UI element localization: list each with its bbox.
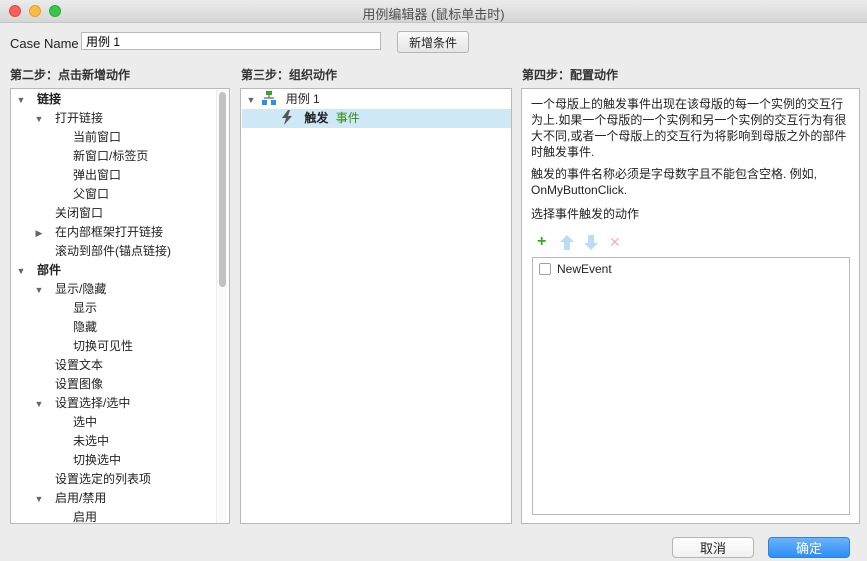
collapse-triangle-icon[interactable]: ▼ xyxy=(33,395,45,414)
case-name-label: Case Name xyxy=(10,36,79,51)
action-tree-item[interactable]: 新窗口/标签页 xyxy=(51,147,148,166)
action-tree-item-label: 打开链接 xyxy=(55,111,104,125)
action-tree-item-label: 关闭窗口 xyxy=(55,206,104,220)
add-event-icon[interactable]: + xyxy=(537,234,546,250)
action-tree-item[interactable]: ▶ 在内部框架打开链接 xyxy=(33,223,163,242)
organize-actions-panel: ▼ 用例 1 触发 事件 xyxy=(240,88,512,524)
action-tree-item-label: 设置文本 xyxy=(55,358,104,372)
collapse-triangle-icon[interactable]: ▼ xyxy=(15,91,27,110)
step2-title: 第二步：点击新增动作 xyxy=(10,68,131,82)
case-name-input[interactable] xyxy=(81,32,381,50)
action-tree-item[interactable]: ▼ 链接 xyxy=(15,90,61,109)
title-bar: 用例编辑器 (鼠标单击时) xyxy=(0,0,867,23)
action-tree-item-label: 新窗口/标签页 xyxy=(73,149,149,163)
action-tree-item-label: 未选中 xyxy=(73,434,110,448)
step3-title: 第三步：组织动作 xyxy=(241,68,338,82)
action-tree-item[interactable]: 滚动到部件(锚点链接) xyxy=(33,242,171,261)
scrollbar-thumb[interactable] xyxy=(219,92,226,287)
cancel-button[interactable]: 取消 xyxy=(672,537,754,558)
case-tree-node[interactable]: ▼ 用例 1 xyxy=(245,90,320,109)
collapse-triangle-icon[interactable]: ▼ xyxy=(33,490,45,509)
action-tree-item[interactable]: 设置文本 xyxy=(33,356,103,375)
collapse-triangle-icon[interactable]: ▼ xyxy=(33,281,45,300)
expand-triangle-icon[interactable]: ▶ xyxy=(33,224,45,243)
add-condition-button[interactable]: 新增条件 xyxy=(397,31,469,53)
action-tree-item-label: 当前窗口 xyxy=(73,130,122,144)
action-tree-item-label: 切换可见性 xyxy=(73,339,134,353)
trigger-event-action[interactable]: 触发 事件 xyxy=(281,109,360,128)
action-tree-item-label: 显示/隐藏 xyxy=(55,282,107,296)
window-title: 用例编辑器 (鼠标单击时) xyxy=(362,7,505,22)
action-tree-item[interactable]: 选中 xyxy=(51,413,97,432)
list-item[interactable]: NewEvent xyxy=(533,258,849,280)
action-tree-item-label: 在内部框架打开链接 xyxy=(55,225,164,239)
event-name-note: 触发的事件名称必须是字母数字且不能包含空格. 例如, OnMyButtonCli… xyxy=(531,167,818,197)
action-tree-item[interactable]: ▼ 启用/禁用 xyxy=(33,489,107,509)
action-tree-item[interactable]: 显示 xyxy=(51,299,97,318)
choose-action-label: 选择事件触发的动作 xyxy=(531,207,640,221)
actions-tree-panel: ▼ 链接 ▼ 打开链接当前窗口新窗口/标签页 弹出窗口父窗口关闭窗口 ▶ 在内部框架打开链接… xyxy=(10,88,230,524)
action-tree-item[interactable]: ▼ 部件 xyxy=(15,261,61,280)
ok-button[interactable]: 确定 xyxy=(768,537,850,558)
action-target: 事件 xyxy=(335,111,360,125)
action-tree-item-label: 链接 xyxy=(37,92,62,106)
action-tree-item-label: 滚动到部件(锚点链接) xyxy=(55,244,171,258)
lightning-icon xyxy=(282,110,292,125)
action-tree-item[interactable]: 启用 xyxy=(51,508,98,524)
action-tree-item[interactable]: ▼ 设置选择/选中 xyxy=(33,394,131,414)
action-tree-item[interactable]: 未选中 xyxy=(51,432,109,451)
expand-toggle-icon[interactable]: ▼ xyxy=(245,91,257,110)
action-tree-item-label: 切换选中 xyxy=(73,453,122,467)
case-node-label: 用例 1 xyxy=(285,92,320,106)
action-tree-item[interactable]: 设置图像 xyxy=(33,375,103,394)
action-tree-item[interactable]: 切换选中 xyxy=(51,451,121,470)
action-tree-item-label: 启用/禁用 xyxy=(55,491,107,505)
actions-tree-scrollbar[interactable] xyxy=(216,90,227,523)
action-tree-item[interactable]: 弹出窗口 xyxy=(51,166,121,185)
event-list: NewEvent xyxy=(532,257,850,515)
action-tree-item-label: 弹出窗口 xyxy=(73,168,122,182)
action-tree-item-label: 选中 xyxy=(73,415,98,429)
action-tree-item[interactable]: 设置选定的列表项 xyxy=(33,470,151,489)
action-tree-item-label: 启用 xyxy=(73,510,98,524)
action-tree-item-label: 隐藏 xyxy=(73,320,98,334)
event-description: 一个母版上的触发事件出现在该母版的每一个实例的交互行为上.如果一个母版的一个实例… xyxy=(531,97,847,159)
action-tree-item[interactable]: 关闭窗口 xyxy=(33,204,103,223)
action-tree-item[interactable]: 父窗口 xyxy=(51,185,109,204)
action-tree-item[interactable]: 隐藏 xyxy=(51,318,97,337)
action-verb: 触发 xyxy=(304,111,329,125)
action-tree-item-label: 设置图像 xyxy=(55,377,104,391)
action-tree-item[interactable]: 切换可见性 xyxy=(51,337,133,356)
action-tree-item-label: 设置选定的列表项 xyxy=(55,472,152,486)
move-up-icon[interactable] xyxy=(560,235,574,250)
action-tree-item-label: 部件 xyxy=(37,263,62,277)
action-tree-item[interactable]: ▼ 打开链接 xyxy=(33,109,103,128)
collapse-triangle-icon[interactable]: ▼ xyxy=(15,262,27,281)
action-tree-item-label: 设置选择/选中 xyxy=(55,396,131,410)
case-flow-icon xyxy=(262,91,277,105)
action-tree-item-label: 显示 xyxy=(73,301,98,315)
action-tree-item[interactable]: ▼ 显示/隐藏 xyxy=(33,280,107,300)
delete-event-icon[interactable]: ✕ xyxy=(609,234,621,250)
move-down-icon[interactable] xyxy=(584,235,598,250)
action-tree-item-label: 父窗口 xyxy=(73,187,110,201)
event-checkbox[interactable] xyxy=(539,263,551,275)
event-item-label: NewEvent xyxy=(557,262,612,276)
collapse-triangle-icon[interactable]: ▼ xyxy=(33,110,45,129)
action-tree-item[interactable]: 当前窗口 xyxy=(51,128,121,147)
step4-title: 第四步：配置动作 xyxy=(522,68,619,82)
